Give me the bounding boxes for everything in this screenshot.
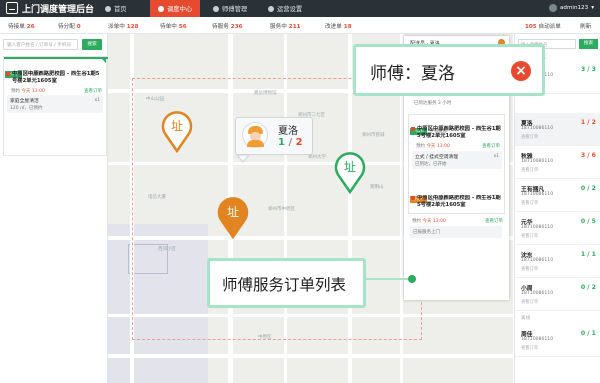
app-logo-icon [6, 2, 18, 14]
order-status-note: 已到达服务 3 小时 [414, 101, 452, 106]
item-meta: 已报服务上门 [413, 230, 440, 235]
nav-operation-settings[interactable]: 运营设置 [260, 0, 310, 17]
callout-anchor-dot [408, 275, 416, 283]
app-root: 上门调度管理后台 首页 调度中心 师傅管理 运营设置 admin123 ▾ 待接单… [0, 0, 600, 383]
settings-icon [268, 5, 274, 12]
master-count: 1 / 2 [580, 119, 596, 126]
callout-order-list: 师傅服务订单列表 [207, 258, 366, 308]
view-order-link[interactable]: 查看订单 [84, 88, 102, 94]
view-order-link[interactable]: 查看订单 [482, 143, 500, 149]
order-address: 中原区中原西路肥校园 - 西生谷1期5号楼2单元1605室 [417, 195, 501, 209]
order-pin-green[interactable]: 址 [334, 150, 366, 194]
order-pin-orange[interactable]: 址 [161, 109, 193, 153]
callout-master: 师傅：夏洛 × [353, 44, 545, 96]
callout-connector [366, 278, 410, 280]
auto-dispatch[interactable]: 105 自动派单 [525, 22, 561, 30]
master-row[interactable]: 周佳 18710086110 查看订单 0 / 1 [515, 324, 600, 357]
master-row-selected[interactable]: 夏洛 18710086110 查看订单 1 / 2 [515, 113, 600, 146]
order-address: 中原区中原西路肥校园 - 西生谷1期5号楼2单元1605室 [417, 126, 501, 140]
item-qty: x1 [94, 98, 100, 103]
master-order-count: 1 / 2 [278, 137, 303, 148]
master-count: 0 / 2 [580, 185, 596, 192]
address-marker-icon [411, 127, 415, 131]
order-item-box: 家庭全屋清洁 120 ㎡，已预约 x1 [7, 95, 103, 113]
stat-improve[interactable]: 改进单 18 [325, 22, 352, 30]
order-time: 预约 今天 13:00 [412, 219, 446, 224]
order-card[interactable]: 一口价 手机维修 中原区中原西路肥校园 - 西生谷1期5号楼2单元1605室 预约… [3, 56, 108, 156]
map-label: 电信大厦 [148, 195, 166, 200]
address-marker-icon [6, 72, 10, 76]
order-pin-selected[interactable]: 址 [217, 195, 249, 239]
close-icon[interactable]: × [511, 61, 531, 81]
map-label: 紫荆山 [370, 185, 384, 190]
item-name: 立式 / 挂式空调清理 [415, 155, 459, 160]
master-count: 3 / 3 [580, 66, 596, 73]
user-icon [213, 5, 219, 12]
app-title: 上门调度管理后台 [22, 5, 95, 15]
stat-dispatching[interactable]: 派单中 128 [108, 22, 138, 30]
order-item-box: 已报服务上门 [410, 226, 502, 238]
address-marker-icon [411, 196, 415, 200]
avatar-icon [548, 4, 557, 12]
master-count: 3 / 6 [580, 152, 596, 159]
popup-pointer [237, 155, 249, 163]
dispatch-icon [158, 5, 164, 12]
top-bar: 上门调度管理后台 首页 调度中心 师傅管理 运营设置 admin123 ▾ [0, 0, 600, 17]
master-avatar-icon [242, 122, 268, 148]
master-row[interactable]: 秋雅 18710086110 查看订单 3 / 6 [515, 146, 600, 179]
order-time: 预约 今天 13:00 [416, 144, 450, 149]
order-item-box: 立式 / 挂式空调清理 已到达，已开始 x1 [412, 151, 502, 169]
nav-home[interactable]: 首页 [97, 0, 135, 17]
home-icon [105, 5, 111, 12]
item-qty: x1 [493, 154, 499, 159]
map-label: 中山公园 [146, 97, 164, 102]
user-menu[interactable]: admin123 ▾ [548, 4, 594, 12]
map-label: 西郊小区 [158, 247, 176, 252]
item-name: 家庭全屋清洁 [10, 99, 39, 104]
map-label: 郑州市中原区 [268, 207, 295, 212]
map-label: 嵩岳博物馆 [254, 91, 277, 96]
order-search-input[interactable]: 输入客户姓名 / 订单号 / 手机号 [3, 39, 78, 50]
map-label: 中原区 [258, 335, 272, 340]
map-label: 郑州市管城 [362, 133, 385, 138]
order-card[interactable]: 一口价 手机维修 中原区中原西路肥校园 - 西生谷1期5号楼2单元1605室 预约… [408, 114, 505, 214]
svg-text:址: 址 [344, 160, 356, 174]
stat-in-service[interactable]: 服务中 211 [270, 22, 300, 30]
master-count: 0 / 5 [580, 218, 596, 225]
master-map-popup[interactable]: 夏洛 1 / 2 [235, 117, 313, 155]
map-road [108, 354, 513, 358]
order-address: 中原区中原西路肥校园 - 西生谷1期5号楼2单元1605室 [12, 71, 100, 85]
master-row[interactable]: 小周 18710086110 查看订单 0 / 2 [515, 278, 600, 311]
offline-section-label: 离线 [521, 316, 531, 321]
master-row[interactable]: 沈东 18710086110 查看订单 1 / 1 [515, 245, 600, 278]
stat-pending-assign[interactable]: 待分配 0 [58, 22, 81, 30]
nav-dispatch-center[interactable]: 调度中心 [150, 0, 201, 17]
master-count: 0 / 2 [580, 284, 596, 291]
chevron-down-icon: ▾ [591, 5, 594, 11]
order-time: 预约 今天 13:00 [11, 89, 45, 94]
order-search-button[interactable]: 搜索 [82, 39, 102, 50]
nav-master-management[interactable]: 师傅管理 [205, 0, 255, 17]
item-meta: 120 ㎡，已预约 [10, 106, 43, 111]
stat-pending-accept[interactable]: 待接单 26 [8, 22, 35, 30]
callout-master-text: 师傅：夏洛 [370, 64, 455, 84]
master-name: 夏洛 [278, 126, 298, 137]
item-meta: 已到达，已开始 [415, 162, 447, 167]
stat-to-serve[interactable]: 待服务 236 [212, 22, 242, 30]
svg-text:址: 址 [227, 205, 239, 219]
card-corner-flag [100, 57, 106, 63]
view-order-link[interactable]: 查看订单 [485, 218, 503, 224]
callout-order-list-text: 师傅服务订单列表 [222, 276, 347, 294]
master-count: 1 / 1 [580, 251, 596, 258]
master-row[interactable]: 元华 18710086110 查看订单 0 / 5 [515, 212, 600, 245]
master-count: 0 / 1 [580, 330, 596, 337]
stat-waiting[interactable]: 待单中 56 [160, 22, 187, 30]
svg-text:址: 址 [171, 119, 183, 133]
master-search-button[interactable]: 搜索 [579, 39, 598, 49]
left-order-panel: 输入客户姓名 / 订单号 / 手机号 搜索 一口价 手机维修 中原区中原西路肥校园… [0, 34, 108, 383]
master-row[interactable]: 王有捆凡 18710086110 查看订单 0 / 2 [515, 179, 600, 212]
refresh-button[interactable]: 刷新 [580, 22, 591, 30]
status-bar: 待接单 26 待分配 0 派单中 128 待单中 56 待服务 236 服务中 211 改进… [0, 17, 600, 34]
